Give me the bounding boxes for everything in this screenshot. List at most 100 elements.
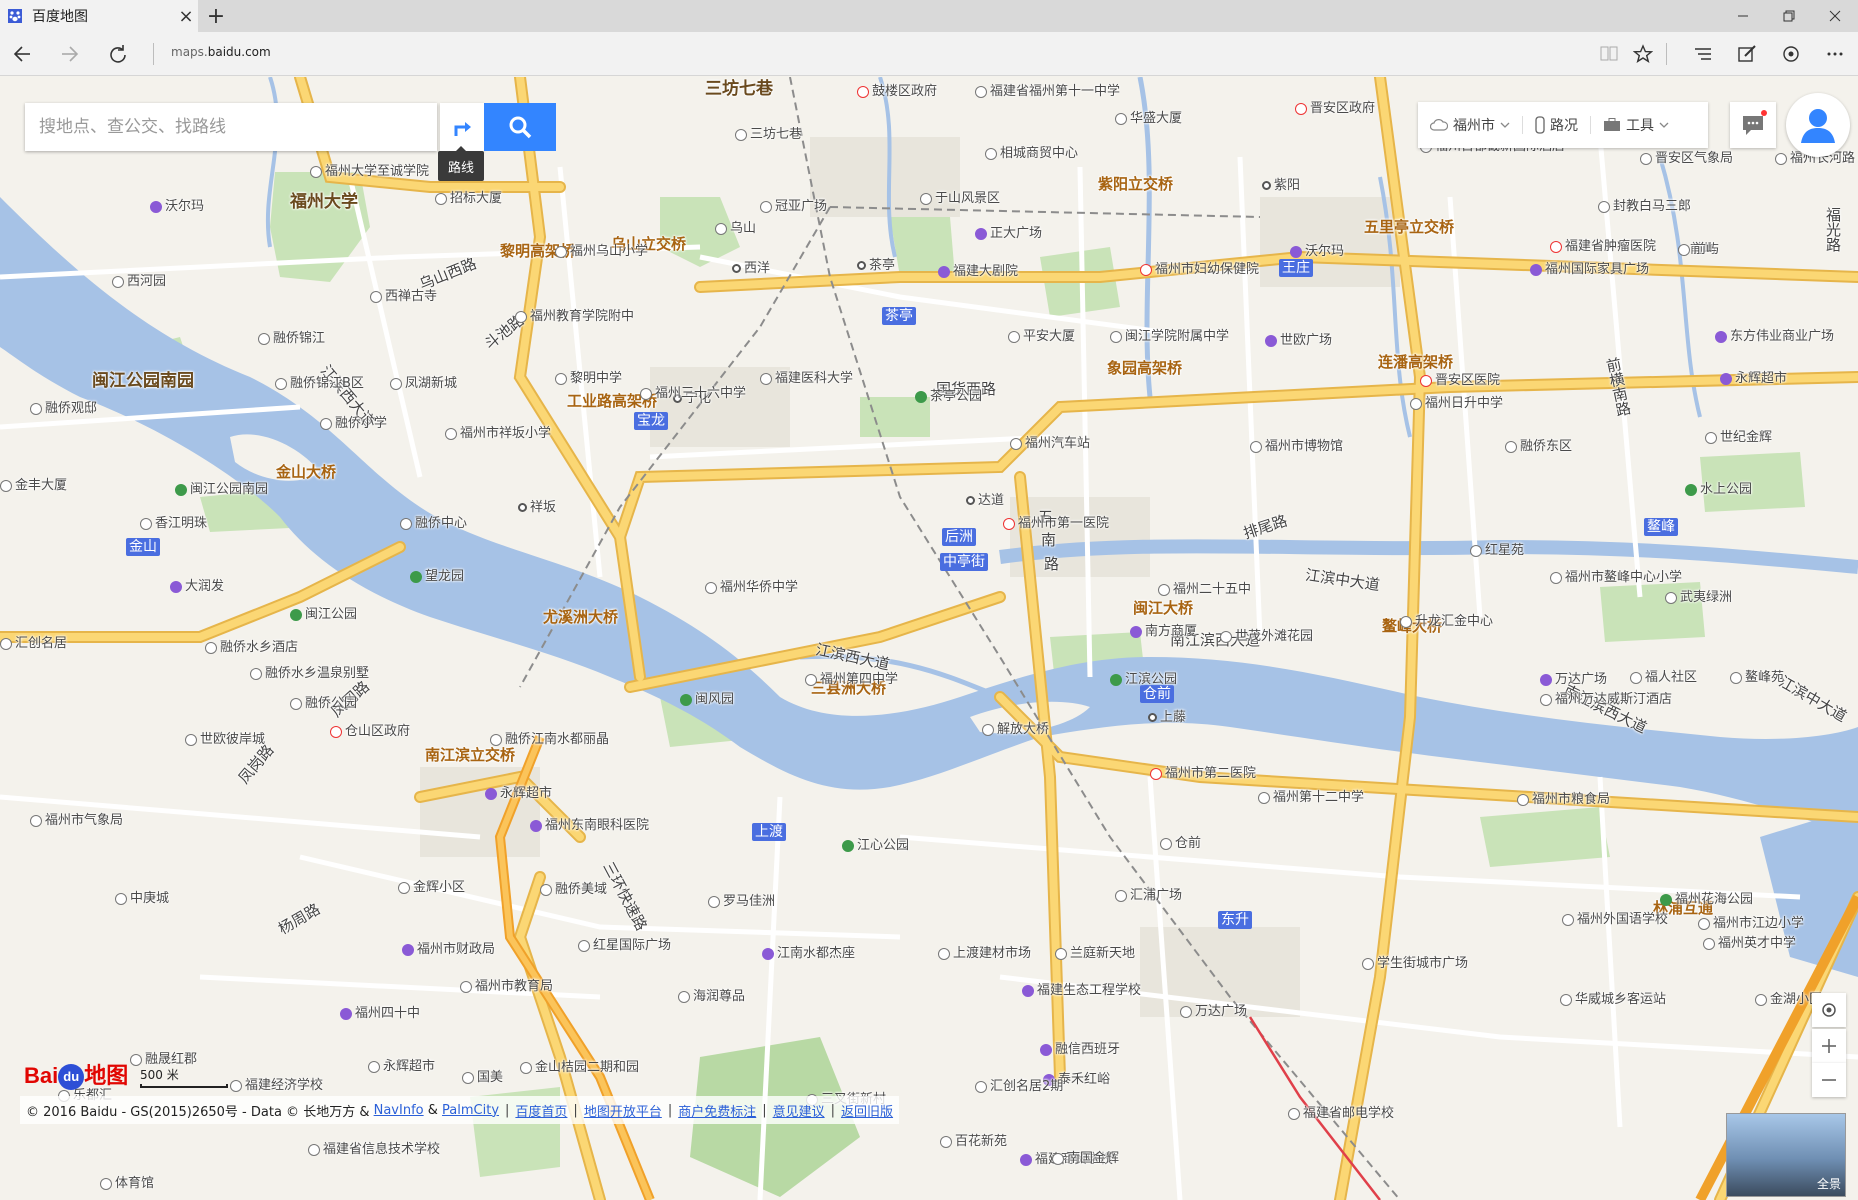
poi-label[interactable]: 融侨公园	[290, 697, 357, 710]
poi-label[interactable]: 凤湖新城	[390, 377, 457, 390]
baidu-map-logo[interactable]: Bai du 地图	[24, 1058, 128, 1091]
poi-label[interactable]: 福建省信息技术学校	[308, 1143, 440, 1156]
poi-label[interactable]: 世欧广场	[1265, 334, 1332, 347]
poi-label[interactable]: 茶亭公园	[915, 390, 982, 403]
locate-button[interactable]	[1812, 993, 1846, 1027]
poi-label[interactable]: 福州东南眼科医院	[530, 819, 649, 832]
poi-label[interactable]: 福州市第一医院	[1003, 517, 1109, 530]
search-input[interactable]	[25, 103, 437, 151]
reading-view-icon[interactable]	[1594, 39, 1624, 69]
poi-label[interactable]: 福州市粮食局	[1517, 793, 1610, 806]
poi-label[interactable]: 福州国际家具广场	[1530, 263, 1649, 276]
new-tab-button[interactable]: +	[204, 0, 228, 32]
poi-label[interactable]: 体育馆	[100, 1177, 154, 1190]
tools-button[interactable]: 工具	[1591, 102, 1681, 148]
poi-label[interactable]: 万达广场	[1540, 673, 1607, 686]
restore-icon[interactable]	[1766, 0, 1812, 32]
poi-label[interactable]: 福州市教育局	[460, 980, 553, 993]
metro-station-label[interactable]: 茶亭	[882, 307, 916, 325]
rail-station-label[interactable]: 上藤	[1148, 711, 1186, 724]
poi-label[interactable]: 永辉超市	[368, 1060, 435, 1073]
poi-label[interactable]: 金辉小区	[398, 881, 465, 894]
poi-label[interactable]: 鳌峰苑	[1730, 671, 1784, 684]
poi-label[interactable]: 金山桔园二期和园	[520, 1061, 639, 1074]
poi-label[interactable]: 沃尔玛	[1290, 245, 1344, 258]
metro-station-label[interactable]: 仓前	[1140, 685, 1174, 703]
bridge-label[interactable]: 尤溪洲大桥	[543, 610, 618, 625]
poi-label[interactable]: 世纪金辉	[1705, 431, 1772, 444]
forward-arrow-icon[interactable]	[55, 39, 85, 69]
rail-station-label[interactable]: 西洋	[732, 262, 770, 275]
map-canvas[interactable]: 三坊七巷 福州大学 闽江公园南园 黎明高架桥 乌山立交桥 紫阳立交桥 五里亭立交…	[0, 77, 1858, 1200]
poi-label[interactable]: 融侨中心	[400, 517, 467, 530]
metro-station-label[interactable]: 宝龙	[634, 412, 668, 430]
footer-link-merchant[interactable]: 商户免费标注	[678, 1101, 756, 1120]
poi-label[interactable]: 学生街城市广场	[1362, 957, 1468, 970]
poi-label[interactable]: 香江明珠	[140, 517, 207, 530]
poi-label[interactable]: 福州市妇幼保健院	[1140, 263, 1259, 276]
poi-label[interactable]: 福建省肿瘤医院	[1550, 240, 1656, 253]
metro-station-label[interactable]: 王庄	[1279, 259, 1313, 277]
poi-label[interactable]: 百花新苑	[940, 1135, 1007, 1148]
poi-label[interactable]: 江心公园	[842, 839, 909, 852]
poi-label[interactable]: 仓山区政府	[330, 725, 410, 738]
poi-label[interactable]: 南国金辉	[1052, 1152, 1119, 1165]
poi-label[interactable]: 福州市鳌峰中心小学	[1550, 571, 1682, 584]
poi-label[interactable]: 融晟红郡	[130, 1053, 197, 1066]
zoom-out-button[interactable]	[1812, 1063, 1846, 1097]
tab-close-icon[interactable]: ×	[174, 4, 198, 28]
poi-label[interactable]: 晋安区医院	[1420, 374, 1500, 387]
poi-label[interactable]: 福州二十五中	[1158, 583, 1251, 596]
poi-label[interactable]: 黎明中学	[555, 372, 622, 385]
poi-label[interactable]: 福州市博物馆	[1250, 440, 1343, 453]
rail-station-label[interactable]: 达道	[966, 494, 1004, 507]
tab-baidu-map[interactable]: 百度地图 ×	[0, 0, 198, 32]
poi-label[interactable]: 永辉超市	[485, 787, 552, 800]
back-arrow-icon[interactable]	[7, 39, 37, 69]
poi-label[interactable]: 相城商贸中心	[985, 147, 1078, 160]
poi-label[interactable]: 福建省邮电学校	[1288, 1107, 1394, 1120]
poi-label[interactable]: 福州华侨中学	[705, 581, 798, 594]
poi-label[interactable]: 汇创名居2期	[975, 1080, 1063, 1093]
poi-label[interactable]: 福州市第二医院	[1150, 767, 1256, 780]
road-label-vertical[interactable]: 南	[1041, 533, 1056, 548]
poi-label[interactable]: 融侨美域	[540, 883, 607, 896]
metro-station-label[interactable]: 金山	[126, 538, 160, 556]
poi-label[interactable]: 江滨公园	[1110, 673, 1177, 686]
poi-label[interactable]: 福州市气象局	[30, 814, 123, 827]
poi-label[interactable]: 华盛大厦	[1115, 112, 1182, 125]
poi-label[interactable]: 罗马佳洲	[708, 895, 775, 908]
bridge-label[interactable]: 南江滨立交桥	[425, 748, 515, 763]
poi-label[interactable]: 福州汽车站	[1010, 437, 1090, 450]
poi-label[interactable]: 鼓楼区政府	[857, 85, 937, 98]
poi-label[interactable]: 海润尊品	[678, 990, 745, 1003]
poi-label[interactable]: 大润发	[170, 580, 224, 593]
poi-label[interactable]: 福州外国语学校	[1562, 913, 1668, 926]
rail-station-label[interactable]: 祥坂	[518, 501, 556, 514]
poi-label[interactable]: 晋安区气象局	[1640, 152, 1733, 165]
poi-label[interactable]: 沃尔玛	[150, 200, 204, 213]
user-avatar-button[interactable]	[1786, 93, 1850, 157]
poi-label[interactable]: 西禅古寺	[370, 290, 437, 303]
poi-label[interactable]: 仓前	[1160, 837, 1201, 850]
poi-label[interactable]: 华威城乡客运站	[1560, 993, 1666, 1006]
poi-label[interactable]: 福州市财政局	[402, 943, 495, 956]
poi-label[interactable]: 中庚城	[115, 892, 169, 905]
poi-label[interactable]: 招标大厦	[435, 192, 502, 205]
bridge-label[interactable]: 象园高架桥	[1107, 361, 1182, 376]
poi-label[interactable]: 闽江公园	[290, 608, 357, 621]
poi-label[interactable]: 融信西班牙	[1040, 1043, 1120, 1056]
poi-label[interactable]: 融侨锦江	[258, 332, 325, 345]
poi-label[interactable]: 南方商厦	[1130, 625, 1197, 638]
poi-label[interactable]: 闽风园	[680, 693, 734, 706]
poi-label[interactable]: 解放大桥	[982, 723, 1049, 736]
poi-label[interactable]: 福州英才中学	[1703, 937, 1796, 950]
rail-station-label[interactable]: 紫阳	[1262, 179, 1300, 192]
poi-label[interactable]: 融侨东区	[1505, 440, 1572, 453]
poi-label[interactable]: 国美	[462, 1071, 503, 1084]
poi-label[interactable]: 升龙汇金中心	[1400, 615, 1493, 628]
area-label-sanfang[interactable]: 三坊七巷	[705, 81, 773, 98]
poi-label[interactable]: 汇创名居	[0, 637, 67, 650]
poi-label[interactable]: 武夷绿洲	[1665, 591, 1732, 604]
poi-label[interactable]: 融侨观邸	[30, 402, 97, 415]
